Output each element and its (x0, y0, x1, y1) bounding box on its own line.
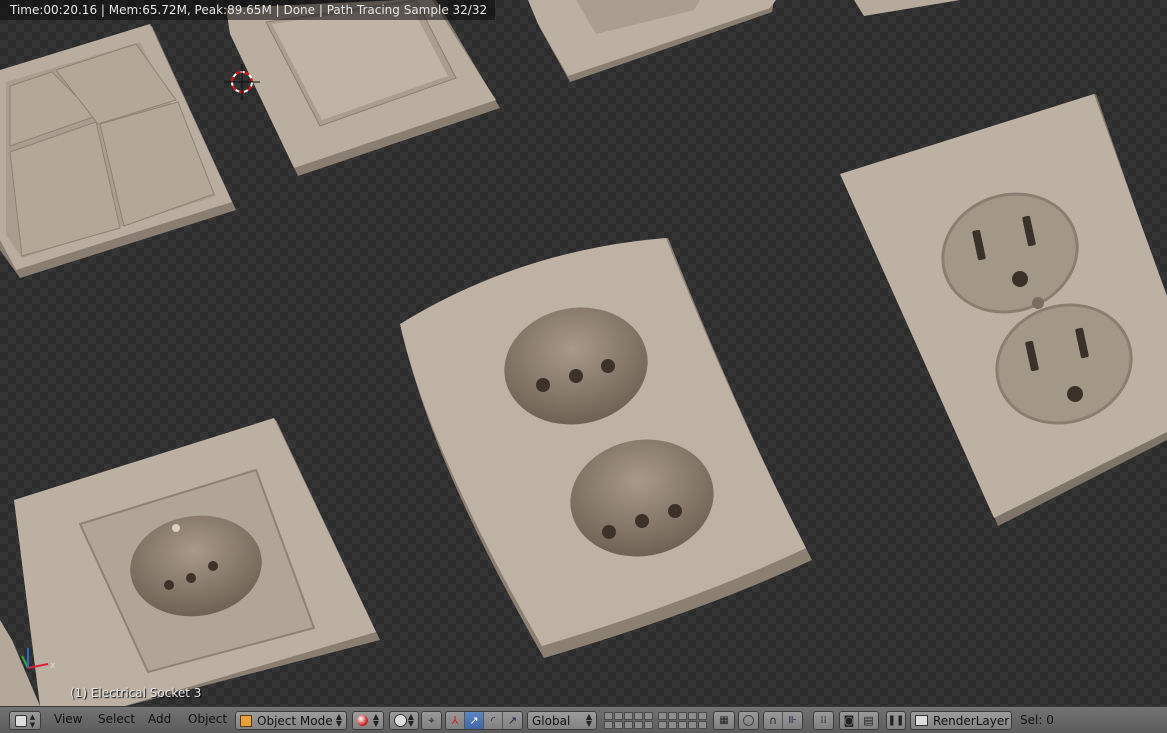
3d-viewport[interactable]: x Time:00:20.16 | Mem:65.72M, Peak:89.65… (0, 0, 1167, 706)
layer-toggle[interactable] (668, 712, 677, 720)
lock-camera-button[interactable]: ▦ (713, 711, 735, 730)
switch-plate-partial (528, 0, 960, 82)
layer-toggle[interactable] (634, 712, 643, 720)
scene-layers-group-1 (604, 712, 653, 729)
transform-manipulators: ⅄ ↗ ◜ ↗ (445, 711, 523, 730)
menu-add[interactable]: Add (148, 712, 171, 726)
render-layer-icon (915, 715, 928, 726)
layer-toggle[interactable] (644, 721, 653, 729)
orientation-label: Global (532, 713, 571, 728)
opengl-render-image-button[interactable]: ◙ (840, 712, 859, 729)
layer-visibility-button[interactable]: ❚❚ (886, 711, 906, 730)
layer-toggle[interactable] (634, 721, 643, 729)
selection-count: Sel: 0 (1020, 713, 1054, 727)
layer-toggle[interactable] (698, 721, 707, 729)
duplex-outlet-plate (840, 94, 1167, 526)
layer-toggle[interactable] (614, 721, 623, 729)
rendered-scene: x (0, 0, 1167, 706)
solid-sphere-icon (357, 715, 368, 726)
layer-toggle[interactable] (698, 712, 707, 720)
layer-toggle[interactable] (604, 721, 613, 729)
pause-icon: ❚❚ (887, 715, 905, 726)
3d-view-header: ▲ ▼ View Select Add Object Object Mode ▲ ▼… (0, 706, 1167, 733)
snap-increment-icon: ⊪ (788, 715, 797, 726)
cube-icon (240, 714, 252, 727)
menu-select[interactable]: Select (98, 712, 135, 726)
snap-group: ∩ ⊪ (763, 711, 803, 730)
layer-toggle[interactable] (678, 712, 687, 720)
rotate-button[interactable]: ↗ (465, 712, 484, 729)
manipulator-icon: ⌖ (428, 713, 435, 727)
axis-arrows-icon: ⅄ (451, 714, 459, 727)
snap-element-button[interactable]: ⊪ (783, 712, 802, 729)
scale-arrow-icon: ↗ (507, 714, 518, 727)
transform-orientation-dropdown[interactable]: Global ▲ ▼ (527, 711, 597, 730)
proportional-editing-group (738, 711, 759, 730)
svg-text:x: x (50, 661, 56, 671)
manipulator-toggle-button[interactable]: ⌖ (422, 712, 441, 729)
grid-dots-icon: ⁞⁞ (820, 715, 827, 726)
layer-toggle[interactable] (658, 721, 667, 729)
arrow-diagonal-icon: ↗ (469, 714, 479, 727)
arc-button[interactable]: ◜ (484, 712, 503, 729)
render-status-text: Time:00:20.16 | Mem:65.72M, Peak:89.65M … (0, 0, 496, 20)
camera-icon: ◙ (843, 714, 855, 727)
manipulator-toggle-group: ⌖ (421, 711, 442, 730)
render-layer-label: RenderLayer (933, 713, 1010, 728)
menu-object[interactable]: Object (188, 712, 227, 726)
layer-toggle[interactable] (678, 721, 687, 729)
rotate-arc-icon: ◜ (490, 714, 496, 727)
render-layer-dropdown[interactable]: RenderLayer (910, 711, 1012, 730)
layer-toggle[interactable] (688, 712, 697, 720)
pivot-icon (394, 714, 407, 727)
layer-toggle[interactable] (668, 721, 677, 729)
proportional-edit-button[interactable] (739, 712, 758, 729)
layer-toggle[interactable] (624, 721, 633, 729)
layer-lock-icon: ▦ (719, 715, 729, 726)
layer-toggle[interactable] (688, 721, 697, 729)
switch-plate-quad (0, 24, 236, 278)
clapperboard-icon: ▤ (863, 714, 874, 727)
layer-toggle[interactable] (644, 712, 653, 720)
snap-toggle-button[interactable]: ∩ (764, 712, 783, 729)
3d-view-icon (14, 714, 27, 727)
translate-button[interactable]: ⅄ (446, 712, 465, 729)
render-buttons: ◙ ▤ (839, 711, 879, 730)
active-object-label: (1) Electrical Socket 3 (70, 686, 202, 700)
chevron-updown-icon: ▲ ▼ (407, 712, 414, 728)
interaction-mode-dropdown[interactable]: Object Mode ▲ ▼ (235, 711, 347, 730)
blender-window: x Time:00:20.16 | Mem:65.72M, Peak:89.65… (0, 0, 1167, 733)
square-socket-plate (14, 418, 380, 706)
scene-layers-group-2 (658, 712, 707, 729)
shading-dropdown[interactable]: ▲ ▼ (352, 711, 384, 730)
scale-button[interactable]: ↗ (503, 712, 522, 729)
snap-target-button[interactable]: ⁞⁞ (814, 712, 833, 729)
menu-view[interactable]: View (54, 712, 82, 726)
magnet-icon: ∩ (768, 714, 778, 727)
chevron-updown-icon: ▲ ▼ (372, 712, 379, 728)
double-round-socket-plate (400, 238, 812, 658)
opengl-render-animation-button[interactable]: ▤ (859, 712, 878, 729)
layer-toggle[interactable] (604, 712, 613, 720)
layer-toggle[interactable] (658, 712, 667, 720)
mode-label: Object Mode (257, 713, 333, 728)
pivot-point-dropdown[interactable]: ▲ ▼ (389, 711, 419, 730)
layer-toggle[interactable] (614, 712, 623, 720)
snap-target-group: ⁞⁞ (813, 711, 834, 730)
switch-plate-single (226, 0, 500, 176)
chevron-updown-icon: ▲ ▼ (585, 712, 592, 728)
proportional-icon (743, 715, 754, 726)
layer-toggle[interactable] (624, 712, 633, 720)
chevron-updown-icon: ▲ ▼ (335, 712, 342, 728)
editor-type-button[interactable]: ▲ ▼ (9, 711, 41, 730)
